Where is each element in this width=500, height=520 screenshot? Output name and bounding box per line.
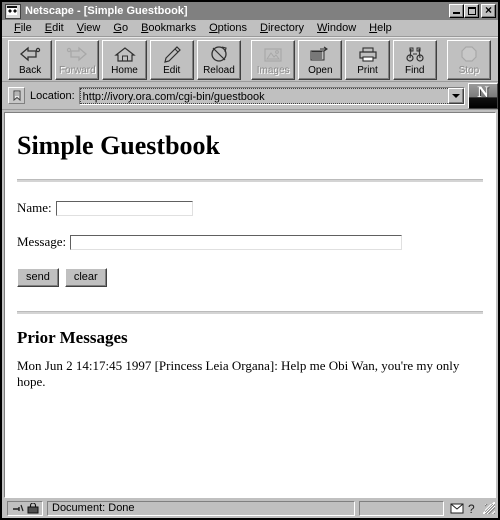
clear-button[interactable]: clear <box>64 268 107 287</box>
printer-icon <box>355 44 381 64</box>
menu-directory[interactable]: Directory <box>254 21 311 35</box>
mail-envelope-icon[interactable] <box>450 503 464 514</box>
reload-button[interactable]: Reload <box>196 40 242 80</box>
broken-key-icon <box>12 504 24 512</box>
content-area: Simple Guestbook Name: Message: send cle… <box>2 110 498 498</box>
open-icon <box>307 44 333 64</box>
back-button[interactable]: Back <box>8 40 53 80</box>
stop-sign-icon <box>456 44 482 64</box>
forward-arrow-icon <box>64 44 90 64</box>
menu-edit[interactable]: Edit <box>39 21 71 35</box>
print-button-label: Print <box>357 65 378 76</box>
page-title: Simple Guestbook <box>17 131 220 160</box>
divider-bottom <box>17 311 483 314</box>
divider-top <box>17 179 483 182</box>
page-canvas: Simple Guestbook Name: Message: send cle… <box>4 112 496 498</box>
resize-grip-icon[interactable] <box>483 502 495 514</box>
close-button[interactable] <box>481 3 496 18</box>
maximize-button[interactable] <box>464 4 479 18</box>
menu-window[interactable]: Window <box>311 21 363 35</box>
back-button-label: Back <box>18 65 42 76</box>
location-field-wrapper: http://ivory.ora.com/cgi-bin/guestbook <box>78 86 465 105</box>
house-icon <box>112 44 138 64</box>
edit-button-label: Edit <box>163 65 181 76</box>
svg-text:?: ? <box>468 502 475 515</box>
stop-button[interactable]: Stop <box>446 40 492 80</box>
menubar: File Edit View Go Bookmarks Options Dire… <box>2 20 498 37</box>
back-arrow-icon <box>17 44 43 64</box>
menu-view[interactable]: View <box>71 21 108 35</box>
name-label: Name: <box>17 200 52 215</box>
bookmark-quickfile-icon[interactable] <box>8 87 25 104</box>
home-button[interactable]: Home <box>102 40 147 80</box>
minimize-button[interactable] <box>449 4 464 18</box>
statusbar-icons: ? <box>448 502 479 515</box>
window-controls <box>449 3 496 18</box>
pencil-icon <box>159 44 185 64</box>
forward-button[interactable]: Forward <box>55 40 100 80</box>
message-input[interactable] <box>70 234 403 250</box>
menu-file[interactable]: File <box>8 21 39 35</box>
guestbook-message: Mon Jun 2 14:17:45 1997 [Princess Leia O… <box>17 358 460 389</box>
find-button[interactable]: Find <box>392 40 437 80</box>
message-label: Message: <box>17 234 67 249</box>
message-row: Message: <box>17 234 483 250</box>
netscape-logo[interactable]: N <box>468 82 498 109</box>
send-button[interactable]: send <box>17 268 59 287</box>
reload-icon <box>206 44 232 64</box>
netscape-app-icon <box>5 3 21 19</box>
images-button[interactable]: Images <box>251 40 296 80</box>
menu-go[interactable]: Go <box>107 21 135 35</box>
menu-options[interactable]: Options <box>203 21 254 35</box>
reload-button-label: Reload <box>203 65 235 76</box>
status-text: Document: Done <box>47 500 355 516</box>
forward-button-label: Forward <box>58 65 96 76</box>
menu-help[interactable]: Help <box>363 21 399 35</box>
location-input[interactable]: http://ivory.ora.com/cgi-bin/guestbook <box>79 87 448 104</box>
progress-bar <box>359 500 444 516</box>
chevron-down-icon[interactable] <box>448 87 464 104</box>
form-buttons: send clear <box>17 268 483 287</box>
name-input[interactable] <box>55 200 193 216</box>
open-button-label: Open <box>308 65 333 76</box>
stop-button-label: Stop <box>458 65 480 76</box>
binoculars-icon <box>402 44 428 64</box>
statusbar: Document: Done ? <box>2 498 498 518</box>
images-icon <box>260 44 286 64</box>
navigation-toolbar: Back Forward Home Edit Reload Images Ope… <box>2 37 498 82</box>
find-button-label: Find <box>405 65 425 76</box>
home-button-label: Home <box>111 65 138 76</box>
titlebar: Netscape - [Simple Guestbook] <box>2 2 498 20</box>
security-indicator[interactable] <box>7 500 43 516</box>
location-label: Location: <box>30 89 75 102</box>
images-button-label: Images <box>256 65 290 76</box>
padlock-icon <box>27 502 38 513</box>
prior-messages-heading: Prior Messages <box>17 328 128 347</box>
netscape-logo-letter: N <box>477 83 489 101</box>
menu-bookmarks[interactable]: Bookmarks <box>135 21 203 35</box>
location-bar: Location: http://ivory.ora.com/cgi-bin/g… <box>2 82 498 110</box>
netscape-window: Netscape - [Simple Guestbook] File Edit … <box>0 0 500 520</box>
name-row: Name: <box>17 200 483 216</box>
question-mark-icon[interactable]: ? <box>467 502 477 515</box>
open-button[interactable]: Open <box>298 40 343 80</box>
print-button[interactable]: Print <box>345 40 390 80</box>
window-title: Netscape - [Simple Guestbook] <box>25 5 188 17</box>
edit-button[interactable]: Edit <box>149 40 194 80</box>
